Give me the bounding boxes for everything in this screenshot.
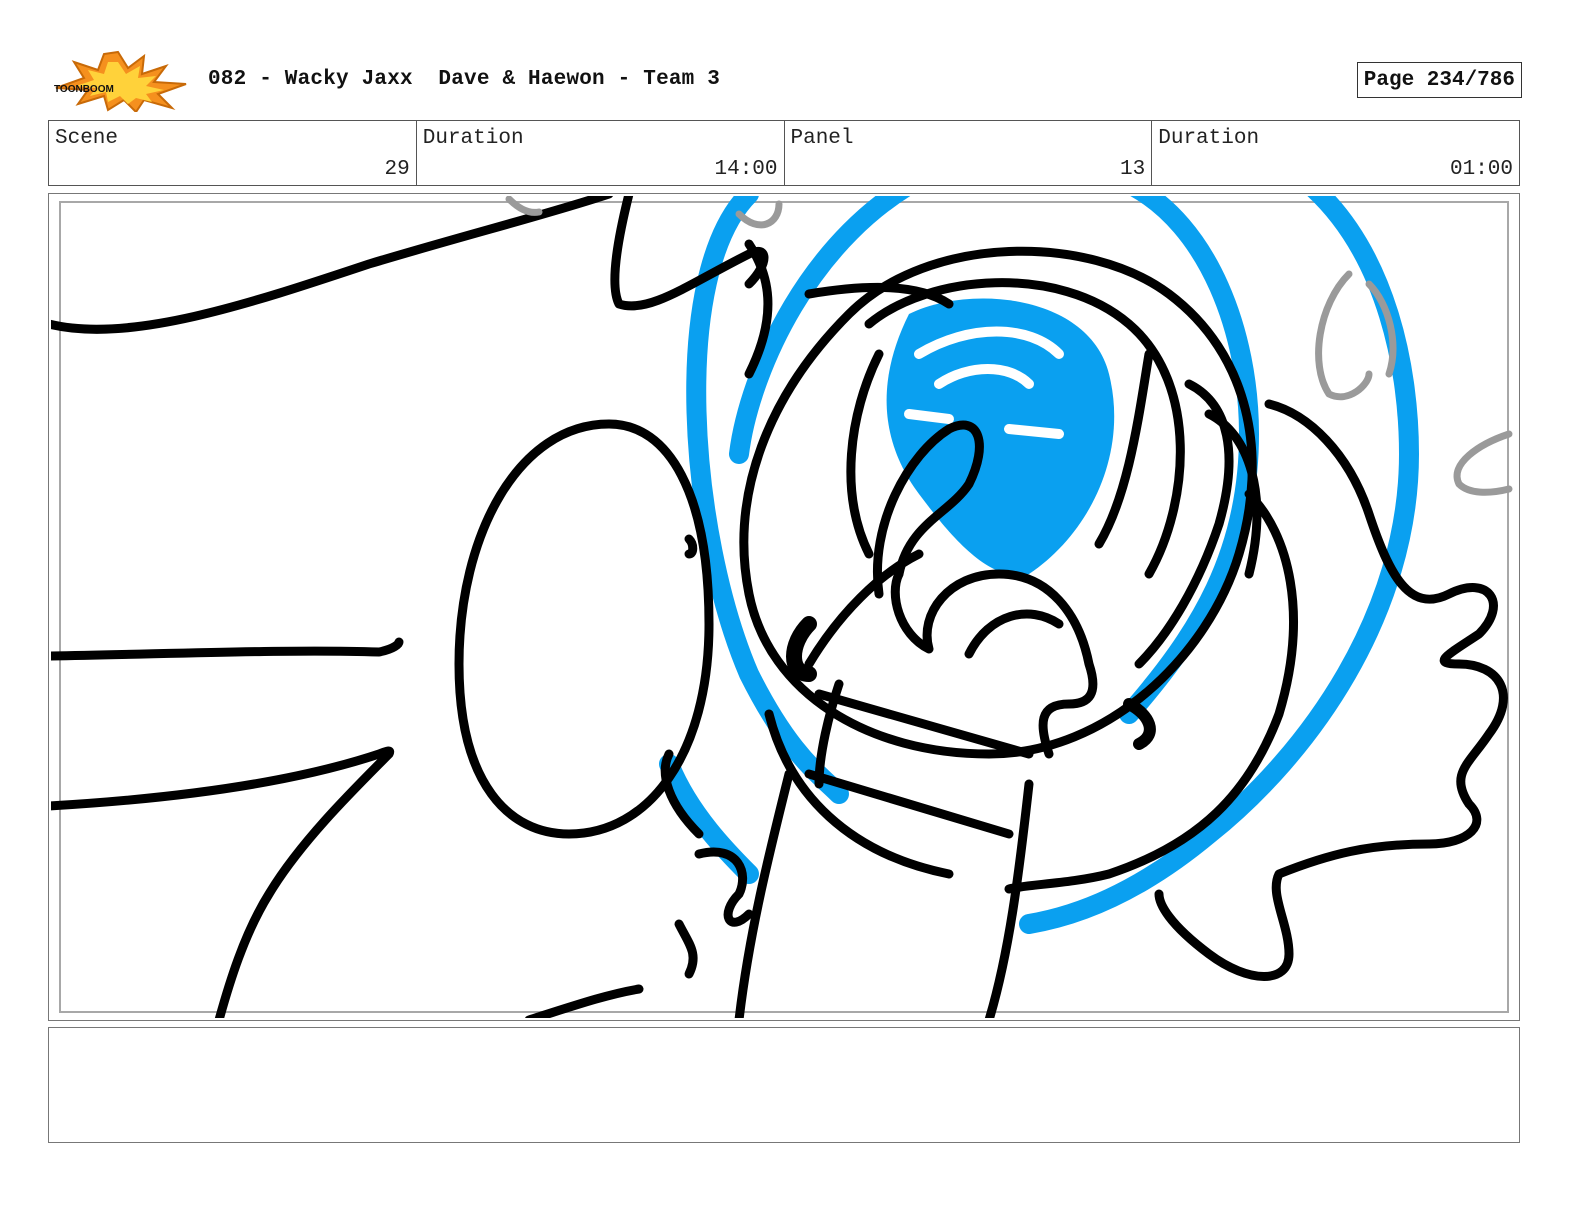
panel-value: 13 [1120,158,1146,181]
scene-duration-label: Duration [422,127,524,150]
panel-sketch [51,196,1513,1018]
scene-duration-value: 14:00 [714,158,778,181]
page-counter: Page 234/786 [1356,62,1522,98]
scene-value: 29 [384,158,410,181]
storyboard-panel [48,193,1520,1021]
storyboard-title: 082 - Wacky Jaxx Dave & Haewon - Team 3 [208,68,721,91]
toonboom-logo: TOONBOOM [48,48,188,114]
storyboard-header: TOONBOOM 082 - Wacky Jaxx Dave & Haewon … [48,48,1522,116]
panel-duration-value: 01:00 [1449,158,1513,181]
panel-cell: Panel 13 [785,121,1153,185]
logo-text: TOONBOOM [54,84,114,95]
panel-duration-cell: Duration 01:00 [1152,121,1519,185]
scene-duration-cell: Duration 14:00 [417,121,785,185]
panel-duration-label: Duration [1158,127,1260,150]
scene-cell: Scene 29 [49,121,417,185]
panel-label: Panel [790,127,854,150]
scene-info-table: Scene 29 Duration 14:00 Panel 13 Duratio… [48,120,1520,186]
panel-notes-box [48,1027,1520,1143]
scene-label: Scene [55,127,119,150]
